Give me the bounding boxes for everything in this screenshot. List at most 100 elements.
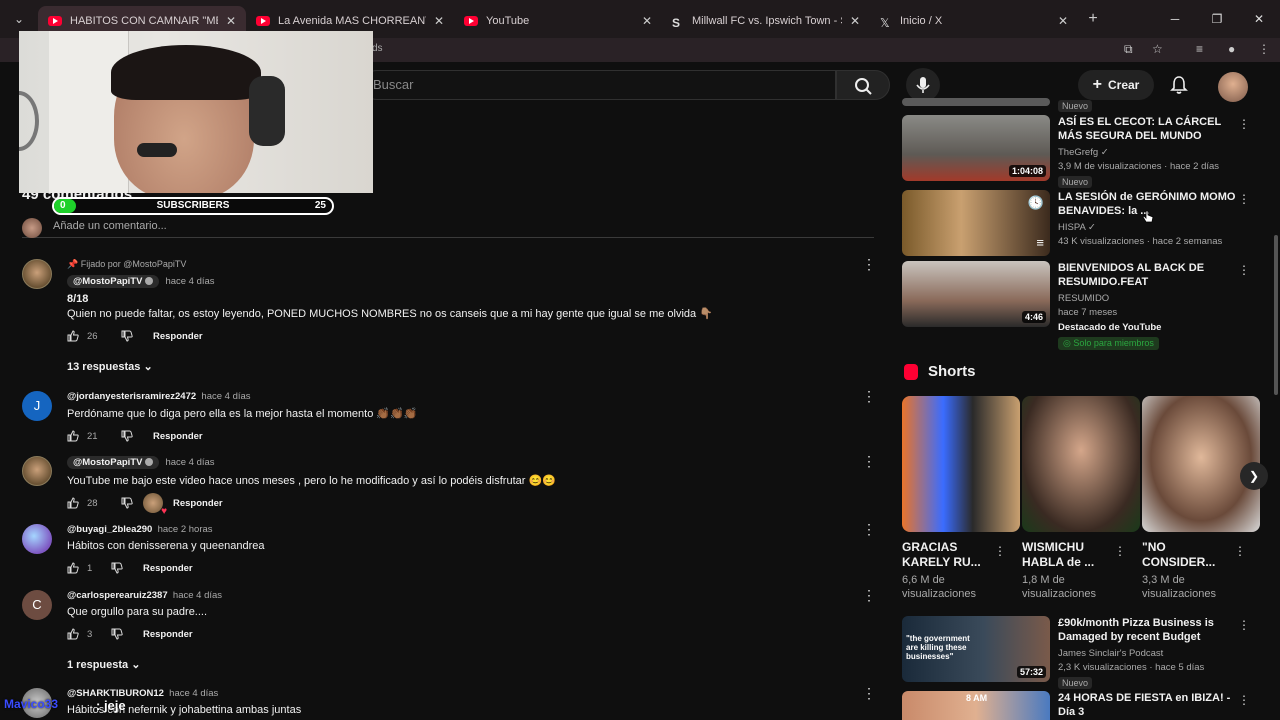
short-menu-icon[interactable]: ⋮ <box>1114 544 1126 558</box>
browser-tab-4[interactable]: S Millwall FC vs. Ipswich Town - S ✕ <box>662 6 870 36</box>
video-thumbnail[interactable] <box>902 98 1050 106</box>
video-title[interactable]: BIENVENIDOS AL BACK DE RESUMIDO.FEAT <box>1058 261 1242 289</box>
comment-text: Perdóname que lo diga pero ella es la me… <box>67 408 418 420</box>
video-thumbnail[interactable]: 🕓 ≡ <box>902 190 1050 256</box>
avatar[interactable] <box>22 524 52 554</box>
view-replies-button[interactable]: 1 respuesta ⌄ <box>67 658 140 671</box>
add-comment-input[interactable]: Añade un comentario... <box>53 220 167 232</box>
new-tab-icon[interactable]: + <box>1078 10 1108 28</box>
short-thumbnail[interactable] <box>1142 396 1260 532</box>
short-title[interactable]: GRACIAS KARELY RU... <box>902 540 998 570</box>
like-icon[interactable] <box>67 330 79 342</box>
short-item[interactable]: WISMICHU HABLA de ... 1,8 M de visualiza… <box>1022 396 1140 601</box>
add-to-queue-icon[interactable]: ≡ <box>1036 235 1044 250</box>
video-thumbnail[interactable]: "the government are killing these busine… <box>902 616 1050 682</box>
avatar[interactable]: C <box>22 590 52 620</box>
video-title[interactable]: 24 HORAS DE FIESTA en IBIZA! - Día 3 <box>1058 691 1242 719</box>
like-icon[interactable] <box>67 430 79 442</box>
page-scrollbar[interactable] <box>1274 235 1278 395</box>
notifications-bell-icon[interactable] <box>1168 74 1190 96</box>
video-title[interactable]: ASÍ ES EL CECOT: LA CÁRCEL MÁS SEGURA DE… <box>1058 115 1242 143</box>
comment-menu-icon[interactable]: ⋮ <box>862 389 876 403</box>
short-views: 1,8 M de visualizaciones <box>1022 574 1096 600</box>
profile-icon[interactable]: ● <box>1228 42 1235 56</box>
reply-button[interactable]: Responder <box>173 498 223 509</box>
shorts-next-button[interactable]: ❯ <box>1240 462 1268 490</box>
watch-later-icon[interactable]: 🕓 <box>1028 195 1044 211</box>
short-thumbnail[interactable] <box>902 396 1020 532</box>
browser-menu-icon[interactable]: ⋮ <box>1258 42 1270 56</box>
dislike-icon[interactable] <box>121 497 133 509</box>
short-item[interactable]: "NO CONSIDER... 3,3 M de visualizaciones… <box>1142 396 1260 601</box>
maximize-icon[interactable]: ❐ <box>1196 0 1238 38</box>
bookmark-star-icon[interactable]: ☆ <box>1152 42 1163 56</box>
browser-tab-3[interactable]: YouTube ✕ <box>454 6 662 36</box>
comment-menu-icon[interactable]: ⋮ <box>862 257 876 271</box>
dislike-icon[interactable] <box>121 430 133 442</box>
search-input[interactable]: Buscar <box>362 70 836 100</box>
video-thumbnail[interactable]: 4:46 <box>902 261 1050 327</box>
tab-close-icon[interactable]: ✕ <box>850 14 860 28</box>
like-icon[interactable] <box>67 628 79 640</box>
tab-close-icon[interactable]: ✕ <box>1058 14 1068 28</box>
headphones <box>249 76 285 146</box>
minimize-icon[interactable]: ─ <box>1154 0 1196 38</box>
comment-menu-icon[interactable]: ⋮ <box>862 686 876 700</box>
comment-time: hace 4 días <box>165 457 215 468</box>
short-menu-icon[interactable]: ⋮ <box>994 544 1006 558</box>
short-thumbnail[interactable] <box>1022 396 1140 532</box>
comment-menu-icon[interactable]: ⋮ <box>862 588 876 602</box>
view-replies-button[interactable]: 13 respuestas ⌄ <box>67 360 153 373</box>
comment-menu-icon[interactable]: ⋮ <box>862 454 876 468</box>
comment-author[interactable]: @jordanyesterisramirez2472 <box>67 391 196 402</box>
avatar[interactable] <box>22 456 52 486</box>
tab-close-icon[interactable]: ✕ <box>226 14 236 28</box>
tab-close-icon[interactable]: ✕ <box>642 14 652 28</box>
video-title[interactable]: £90k/month Pizza Business is Damaged by … <box>1058 616 1242 644</box>
dislike-icon[interactable] <box>111 562 123 574</box>
video-menu-icon[interactable]: ⋮ <box>1238 618 1250 632</box>
video-menu-icon[interactable]: ⋮ <box>1238 192 1250 206</box>
video-menu-icon[interactable]: ⋮ <box>1238 263 1250 277</box>
channel-name[interactable]: RESUMIDO <box>1058 293 1242 304</box>
video-thumbnail[interactable]: 8 AM <box>902 691 1050 720</box>
short-menu-icon[interactable]: ⋮ <box>1234 544 1246 558</box>
like-icon[interactable] <box>67 562 79 574</box>
add-comment-row[interactable]: Añade un comentario... <box>22 218 874 238</box>
reply-button[interactable]: Responder <box>143 629 193 640</box>
close-window-icon[interactable]: ✕ <box>1238 0 1280 38</box>
reply-button[interactable]: Responder <box>153 431 203 442</box>
cast-icon[interactable]: ⧉ <box>1124 42 1133 57</box>
comment-actions: 1 Responder <box>67 561 857 575</box>
comment-menu-icon[interactable]: ⋮ <box>862 522 876 536</box>
short-title[interactable]: WISMICHU HABLA de ... <box>1022 540 1118 570</box>
video-thumbnail[interactable]: 1:04:08 <box>902 115 1050 181</box>
author-chip[interactable]: @MostoPapiTV <box>67 456 160 469</box>
video-menu-icon[interactable]: ⋮ <box>1238 693 1250 707</box>
dislike-icon[interactable] <box>111 628 123 640</box>
dislike-icon[interactable] <box>121 330 133 342</box>
tab-title: YouTube <box>486 15 530 27</box>
short-item[interactable]: GRACIAS KARELY RU... 6,6 M de visualizac… <box>902 396 1020 601</box>
like-count: 21 <box>87 430 98 442</box>
browser-tab-5[interactable]: 𝕏 Inicio / X ✕ <box>870 6 1078 36</box>
avatar[interactable]: J <box>22 391 52 421</box>
channel-name[interactable]: TheGrefg ✓ <box>1058 147 1242 158</box>
reply-button[interactable]: Responder <box>153 331 203 342</box>
short-views: 3,3 M de visualizaciones <box>1142 574 1216 600</box>
author-chip[interactable]: @MostoPapiTV <box>67 275 160 288</box>
media-controls-icon[interactable]: ≡ <box>1196 42 1203 56</box>
tab-close-icon[interactable]: ✕ <box>434 14 444 28</box>
short-title[interactable]: "NO CONSIDER... <box>1142 540 1238 570</box>
channel-name[interactable]: James Sinclair's Podcast <box>1058 648 1242 659</box>
reply-button[interactable]: Responder <box>143 563 193 574</box>
comment-author[interactable]: @buyagi_2blea290 <box>67 524 152 535</box>
comment-author[interactable]: @carlosperearuiz2387 <box>67 590 168 601</box>
search-button[interactable] <box>836 70 890 100</box>
voice-search-button[interactable] <box>906 68 940 102</box>
avatar[interactable] <box>22 259 52 289</box>
video-menu-icon[interactable]: ⋮ <box>1238 117 1250 131</box>
chevron-down-icon: ⌄ <box>131 659 141 671</box>
like-icon[interactable] <box>67 497 79 509</box>
members-icon: ◎ <box>1063 338 1071 348</box>
